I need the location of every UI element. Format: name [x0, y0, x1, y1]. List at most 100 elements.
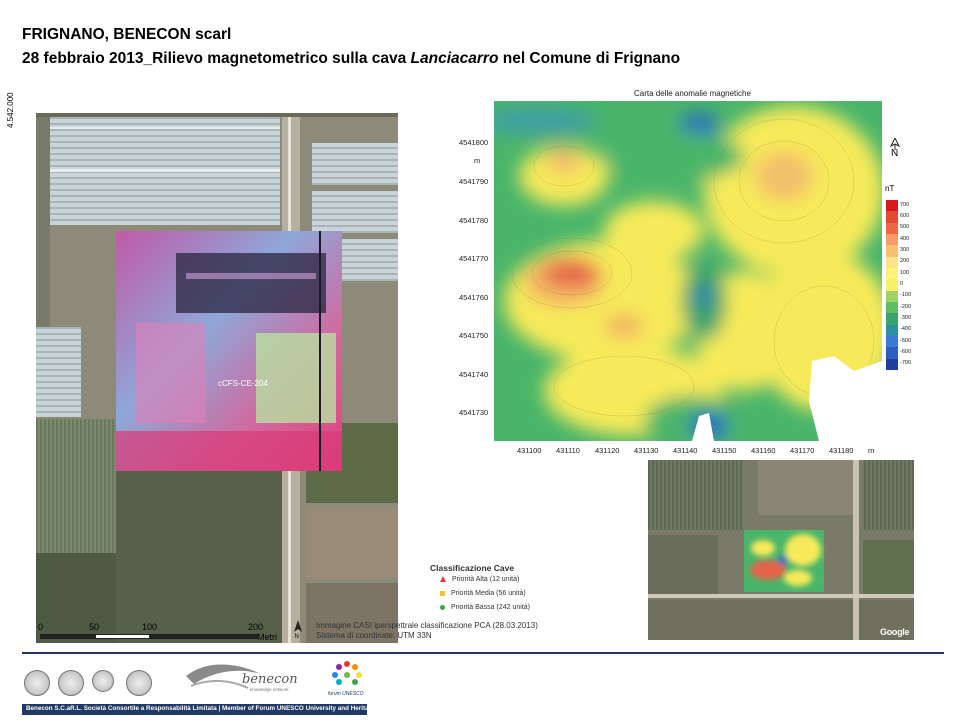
scale-segment: [95, 634, 150, 639]
north-arrow-icon: N: [293, 620, 303, 640]
scale-tick-100: 100: [142, 622, 158, 632]
colorbar-swatch: [886, 222, 898, 235]
colorbar-label: 300: [900, 247, 910, 253]
scale-segment: [150, 634, 258, 639]
colorbar-label: -300: [900, 315, 912, 321]
colorbar-swatch: [886, 200, 898, 212]
colorbar: [886, 200, 898, 371]
magnetic-anomaly-map: [494, 101, 882, 441]
north-label: N: [891, 148, 899, 159]
university-seal-icon: [92, 670, 114, 692]
scale-tick-50: 50: [89, 622, 100, 632]
aerial-caption: Immagine CASI iperspettrale classificazi…: [316, 621, 538, 641]
square-marker-icon: [440, 590, 445, 596]
colorbar-label: -200: [900, 303, 912, 310]
colorbar-swatch: [886, 211, 898, 224]
legend-label: Priorità Alta (12 unità): [452, 576, 520, 583]
university-seal-icon: [58, 670, 84, 696]
colorbar-swatch: [886, 358, 898, 371]
legend-item-medium: Priorità Media (56 unità): [440, 590, 526, 597]
scale-segment: [40, 634, 95, 639]
scale-tick-200: 200: [248, 622, 264, 632]
y-tick: 4541780: [459, 216, 489, 225]
footer-divider: [22, 652, 944, 654]
legend-label: Priorità Bassa (242 unità): [451, 604, 530, 611]
colorbar-unit: nT: [885, 184, 895, 193]
scale-unit: Metri: [257, 632, 277, 642]
caption-line-1: Immagine CASI iperspettrale classificazi…: [316, 621, 538, 630]
subtitle-prefix: 28 febbraio 2013_Rilievo magnetometrico …: [22, 50, 411, 67]
legend-title: Classificazione Cave: [430, 563, 515, 573]
caption-line-2: Sistema di coordinate: UTM 33N: [316, 631, 432, 640]
colorbar-swatch: [886, 313, 898, 326]
colorbar-label: -500: [900, 337, 912, 344]
colorbar-label: -700: [900, 360, 912, 367]
forum-unesco-logo-icon: [330, 660, 364, 690]
colorbar-swatch: [886, 336, 898, 348]
x-tick: 431100: [517, 446, 542, 455]
colorbar-labels: 700 600 500 400 300 200 100 0 -100 -200 -300 -400 -5…: [900, 200, 940, 370]
x-tick: 431170: [790, 446, 815, 455]
colorbar-swatch: [886, 290, 898, 303]
legend-label: Priorità Media (56 unità): [451, 590, 526, 597]
colorbar-label: 600: [900, 213, 910, 219]
colorbar-label: 700: [900, 201, 910, 208]
footer-text: Benecon S.C.aR.L. Società Consortile a R…: [26, 704, 376, 712]
x-tick: 431150: [712, 446, 737, 455]
legend-item-low: Priorità Bassa (242 unità): [440, 604, 530, 611]
colorbar-label: 0: [900, 281, 904, 287]
slide-title: FRIGNANO, BENECON scarl: [22, 26, 232, 43]
y-axis-unit: m: [474, 156, 481, 165]
colorbar-swatch: [886, 245, 898, 258]
y-tick: 4541750: [459, 331, 489, 340]
y-tick: 4541730: [459, 408, 489, 417]
aerial-photo-graphic: [36, 113, 398, 643]
colorbar-label: 400: [900, 235, 910, 242]
colorbar-swatch: [886, 268, 898, 280]
subtitle-site-name: Lanciacarro: [410, 50, 499, 67]
x-tick: 431110: [556, 446, 580, 455]
scale-tick-0: 0: [38, 622, 44, 632]
aerial-northing-label: 4.542.000: [6, 92, 15, 128]
benecon-logo-subtext: knowledge network: [250, 687, 289, 692]
x-tick: 431140: [673, 446, 698, 455]
x-axis-unit: m: [868, 446, 875, 455]
colorbar-swatch: [886, 256, 898, 269]
x-tick: 431130: [634, 446, 659, 455]
triangle-marker-icon: [440, 576, 446, 583]
university-seal-icon: [126, 670, 152, 696]
colorbar-label: -400: [900, 326, 912, 333]
aerial-overlay-label: cCFS-CE-204: [218, 379, 268, 388]
legend-item-high: Priorità Alta (12 unità): [440, 576, 519, 583]
colorbar-label: 500: [900, 224, 910, 231]
y-tick: 4541800: [459, 138, 489, 147]
scale-bar: [40, 634, 258, 639]
x-tick: 431120: [595, 446, 620, 455]
colorbar-label: -100: [900, 292, 912, 299]
y-tick: 4541760: [459, 293, 489, 302]
y-tick: 4541770: [459, 254, 489, 263]
satellite-image: [648, 460, 914, 640]
benecon-logo-text: benecon: [242, 672, 298, 687]
colorbar-swatch: [886, 302, 898, 314]
colorbar-swatch: [886, 279, 898, 292]
circle-marker-icon: [440, 604, 445, 610]
slide-subtitle: 28 febbraio 2013_Rilievo magnetometrico …: [22, 50, 680, 68]
y-tick: 4541790: [459, 177, 489, 186]
satellite-photo-graphic: [648, 460, 914, 640]
y-tick: 4541740: [459, 370, 489, 379]
university-seal-icon: [24, 670, 50, 696]
subtitle-suffix: nel Comune di Frignano: [498, 50, 681, 67]
google-watermark: Google: [880, 627, 910, 637]
aerial-image: [36, 113, 398, 643]
magnetic-contour-graphic: [494, 101, 882, 441]
magnetic-map-title: Carta delle anomalie magnetiche: [634, 89, 751, 98]
svg-text:N: N: [295, 634, 299, 638]
colorbar-label: -600: [900, 349, 912, 355]
x-tick: 431160: [751, 446, 776, 455]
colorbar-label: 200: [900, 258, 910, 265]
colorbar-swatch: [886, 347, 898, 360]
forum-unesco-logo-text: forum UNESCO: [328, 691, 364, 697]
x-tick: 431180: [829, 446, 854, 455]
colorbar-swatch: [886, 324, 898, 337]
